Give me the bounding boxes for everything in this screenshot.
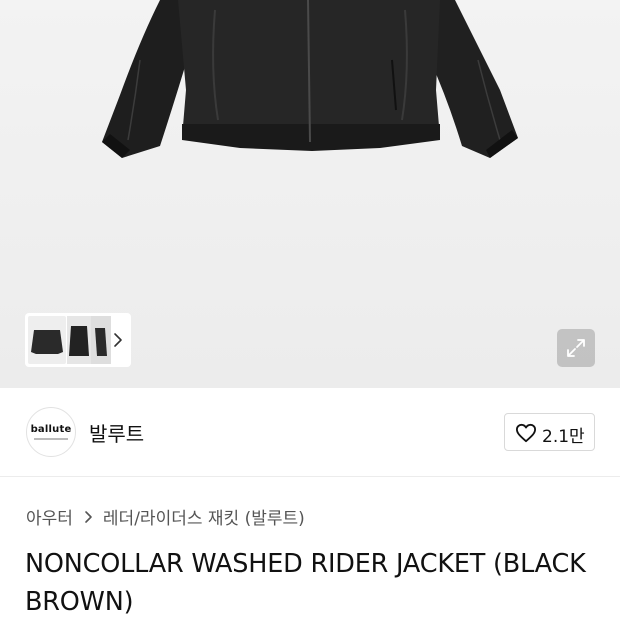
- brand-logo[interactable]: ballute: [26, 407, 76, 457]
- like-count: 2.1만: [542, 427, 585, 447]
- expand-arrows-icon: [567, 339, 585, 357]
- chevron-right-icon: [85, 510, 92, 523]
- expand-image-button[interactable]: [557, 329, 595, 367]
- brand-logo-tagline: [34, 438, 68, 440]
- chevron-right-icon[interactable]: [111, 330, 125, 350]
- thumbnail-1-image: [31, 330, 63, 354]
- heart-outline-icon: [516, 423, 536, 443]
- thumbnail-3-image: [95, 328, 107, 356]
- breadcrumb-current[interactable]: 레더/라이더스 재킷 (발루트): [103, 504, 305, 529]
- like-button[interactable]: 2.1만: [504, 413, 595, 451]
- brand-row: ballute 발루트 2.1만: [0, 388, 620, 477]
- thumbnail-strip[interactable]: [25, 313, 131, 367]
- product-title: NONCOLLAR WASHED RIDER JACKET (BLACK BRO…: [25, 549, 586, 617]
- thumbnail-2[interactable]: [67, 316, 91, 364]
- breadcrumb-parent[interactable]: 아우터: [26, 504, 73, 529]
- brand-logo-text: ballute: [30, 424, 72, 435]
- thumbnail-3[interactable]: [91, 316, 111, 364]
- breadcrumb: 아우터 레더/라이더스 재킷 (발루트): [26, 504, 305, 529]
- product-image-gallery[interactable]: [0, 0, 620, 388]
- thumbnail-2-image: [69, 326, 89, 356]
- thumbnail-1[interactable]: [28, 316, 66, 364]
- brand-name[interactable]: 발루트: [89, 418, 144, 447]
